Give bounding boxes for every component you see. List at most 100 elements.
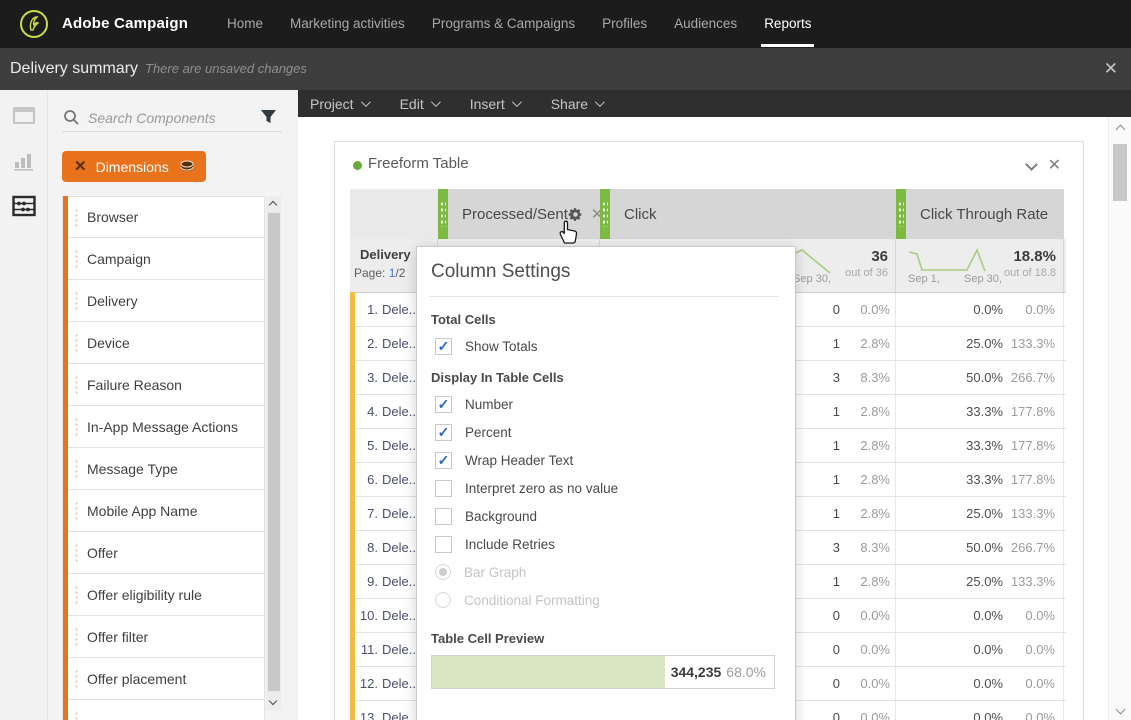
page-scroll-thumb[interactable] — [1113, 144, 1127, 201]
option-label: Number — [465, 397, 513, 412]
sidebar-scrollbar[interactable] — [266, 196, 281, 710]
table-corner-cell — [350, 189, 438, 239]
ctr-cell[interactable]: 25.0%133.3% — [896, 565, 1064, 598]
option-include-retries[interactable]: Include Retries — [435, 535, 779, 553]
option-background[interactable]: Background — [435, 507, 779, 525]
drag-handle-icon[interactable] — [74, 249, 79, 269]
visualizations-icon[interactable] — [12, 150, 36, 172]
checkbox-unchecked-icon[interactable] — [435, 480, 452, 497]
option-number[interactable]: Number — [435, 395, 779, 413]
panel-close-icon[interactable]: ✕ — [1048, 155, 1061, 175]
ctr-cell[interactable]: 0.0%0.0% — [896, 701, 1064, 720]
drag-handle-icon[interactable] — [440, 201, 446, 227]
drag-handle-icon[interactable] — [74, 459, 79, 479]
ctr-cell[interactable]: 25.0%133.3% — [896, 327, 1064, 360]
checkbox-checked-icon[interactable] — [435, 338, 452, 355]
dimension-item-partial[interactable] — [62, 700, 265, 720]
ctr-cell[interactable]: 25.0%133.3% — [896, 497, 1064, 530]
dimension-item-in-app-message-actions[interactable]: In-App Message Actions — [62, 406, 265, 448]
top-nav-item-profiles[interactable]: Profiles — [602, 0, 647, 48]
dimension-item-mobile-app-name[interactable]: Mobile App Name — [62, 490, 265, 532]
drag-handle-icon[interactable] — [74, 333, 79, 353]
sidebar-scroll-thumb[interactable] — [268, 213, 280, 691]
drag-handle-icon[interactable] — [602, 201, 608, 227]
panels-icon[interactable] — [12, 105, 36, 127]
ctr-cell[interactable]: 0.0%0.0% — [896, 599, 1064, 632]
dimensions-filter-button[interactable]: ✕ Dimensions — [62, 151, 206, 182]
option-wrap-header-text[interactable]: Wrap Header Text — [435, 451, 779, 469]
ctr-cell[interactable]: 0.0%0.0% — [896, 667, 1064, 700]
components-icon[interactable] — [12, 195, 36, 217]
dimension-item-browser[interactable]: Browser — [62, 196, 265, 238]
menu-share[interactable]: Share — [551, 96, 602, 112]
ctr-cell[interactable]: 33.3%177.8% — [896, 395, 1064, 428]
ctr-cell[interactable]: 33.3%177.8% — [896, 429, 1064, 462]
option-show-totals[interactable]: Show Totals — [435, 337, 779, 355]
dimension-item-offer-eligibility-rule[interactable]: Offer eligibility rule — [62, 574, 265, 616]
dimension-item-offer-placement[interactable]: Offer placement — [62, 658, 265, 700]
drag-handle-icon[interactable] — [74, 627, 79, 647]
dimension-item-offer-filter[interactable]: Offer filter — [62, 616, 265, 658]
column-settings-gear-icon[interactable] — [568, 207, 583, 222]
column-header-processed-sent[interactable]: Processed/Sent ✕ — [438, 189, 600, 239]
remove-filter-icon[interactable]: ✕ — [74, 159, 87, 174]
drag-handle-icon[interactable] — [74, 501, 79, 521]
top-nav-item-home[interactable]: Home — [227, 0, 263, 48]
drag-handle-icon[interactable] — [74, 291, 79, 311]
menu-insert[interactable]: Insert — [470, 96, 519, 112]
pagination: Page: 1/2 — [354, 266, 405, 280]
row-label: Dele.. — [382, 302, 416, 317]
row-label: Dele.. — [382, 540, 416, 555]
top-nav-item-programs-campaigns[interactable]: Programs & Campaigns — [432, 0, 575, 48]
drag-handle-icon[interactable] — [74, 711, 79, 720]
page-scrollbar[interactable] — [1108, 117, 1131, 720]
drag-handle-icon[interactable] — [74, 669, 79, 689]
menu-project[interactable]: Project — [310, 96, 368, 112]
drag-handle-icon[interactable] — [74, 375, 79, 395]
close-report-icon[interactable]: ✕ — [1104, 48, 1118, 90]
click-percent: 2.8% — [840, 404, 890, 419]
row-label: Dele.. — [382, 336, 416, 351]
search-input[interactable] — [88, 106, 248, 130]
ctr-cell[interactable]: 0.0%0.0% — [896, 633, 1064, 666]
dimension-item-device[interactable]: Device — [62, 322, 265, 364]
dimension-item-delivery[interactable]: Delivery — [62, 280, 265, 322]
checkbox-checked-icon[interactable] — [435, 396, 452, 413]
ctr-percent: 177.8% — [1003, 404, 1055, 419]
column-header-click-through-rate[interactable]: Click Through Rate — [896, 189, 1064, 239]
drag-handle-icon[interactable] — [74, 208, 79, 228]
dimension-item-campaign[interactable]: Campaign — [62, 238, 265, 280]
drag-handle-icon[interactable] — [74, 543, 79, 563]
dimension-item-offer[interactable]: Offer — [62, 532, 265, 574]
menu-edit[interactable]: Edit — [400, 96, 438, 112]
ctr-cell[interactable]: 50.0%266.7% — [896, 531, 1064, 564]
scroll-up-icon[interactable] — [1116, 125, 1126, 135]
table-header-row: Processed/Sent ✕ Click Click Thr — [350, 189, 1066, 239]
scroll-down-icon[interactable] — [269, 697, 277, 705]
option-percent[interactable]: Percent — [435, 423, 779, 441]
ctr-cell[interactable]: 33.3%177.8% — [896, 463, 1064, 496]
scroll-up-icon[interactable] — [269, 201, 277, 209]
checkbox-unchecked-icon[interactable] — [435, 508, 452, 525]
top-nav-item-marketing-activities[interactable]: Marketing activities — [290, 0, 405, 48]
ctr-percent: 0.0% — [1003, 642, 1055, 657]
ctr-cell[interactable]: 50.0%266.7% — [896, 361, 1064, 394]
drag-handle-icon[interactable] — [74, 585, 79, 605]
ctr-cell[interactable]: 0.0%0.0% — [896, 293, 1064, 326]
scroll-down-icon[interactable] — [1116, 705, 1126, 715]
total-value: 36 out of 36 — [845, 248, 888, 279]
dimension-item-failure-reason[interactable]: Failure Reason — [62, 364, 265, 406]
drag-handle-icon[interactable] — [898, 201, 904, 227]
column-header-click[interactable]: Click — [600, 189, 896, 239]
drag-handle-icon[interactable] — [74, 417, 79, 437]
checkbox-checked-icon[interactable] — [435, 424, 452, 441]
dimension-item-message-type[interactable]: Message Type — [62, 448, 265, 490]
top-nav-item-reports[interactable]: Reports — [764, 0, 811, 48]
top-nav-item-audiences[interactable]: Audiences — [674, 0, 737, 48]
panel-collapse-icon[interactable] — [1025, 158, 1038, 171]
click-percent: 0.0% — [840, 710, 890, 720]
filter-icon[interactable] — [260, 108, 277, 125]
option-interpret-zero-as-no-value[interactable]: Interpret zero as no value — [435, 479, 779, 497]
checkbox-checked-icon[interactable] — [435, 452, 452, 469]
checkbox-unchecked-icon[interactable] — [435, 536, 452, 553]
